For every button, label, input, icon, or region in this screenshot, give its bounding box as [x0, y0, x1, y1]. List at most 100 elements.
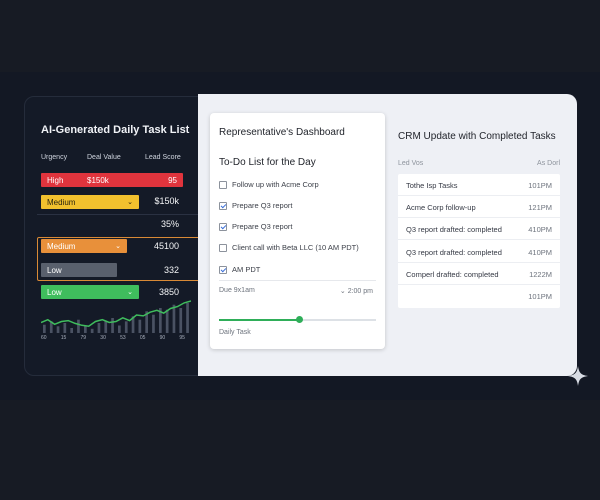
due-label: Due 9x1am	[219, 287, 255, 294]
lead-score: 95	[168, 175, 177, 185]
urgency-medium-dropdown[interactable]: Medium ⌄	[41, 195, 139, 209]
crm-time: 101PM	[528, 292, 552, 301]
urgency-medium-dropdown[interactable]: Medium ⌄	[41, 239, 127, 253]
activity-bar	[118, 325, 121, 333]
activity-bar	[70, 328, 73, 333]
row-value: 3850	[158, 287, 179, 297]
dashboard-card: Representative's Dashboard To-Do List fo…	[210, 113, 385, 349]
todo-label: Follow up with Acme Corp	[232, 180, 319, 189]
activity-bar	[186, 303, 189, 333]
divider	[219, 280, 376, 281]
header-lead-score: Lead Score	[145, 154, 181, 161]
crm-task: Q3 report drafted: completed	[406, 248, 502, 257]
todo-title: To-Do List for the Day	[219, 157, 316, 168]
activity-bar	[56, 326, 60, 333]
row-value: 35%	[160, 219, 179, 229]
crm-row[interactable]: Tothe Isp Tasks 101PM	[398, 174, 560, 196]
activity-bar	[63, 323, 67, 333]
crm-task: Q3 report drafted: completed	[406, 225, 502, 234]
tick-label: 90	[159, 335, 166, 341]
tick-label: 79	[80, 335, 87, 341]
dashboard-title: Representative's Dashboard	[219, 127, 345, 138]
tick-label: 15	[60, 335, 67, 341]
chevron-down-icon: ⌄	[115, 243, 121, 250]
activity-bar	[179, 308, 183, 333]
todo-item[interactable]: Client call with Beta LLC (10 AM PDT)	[219, 243, 359, 252]
crm-row[interactable]: Q3 report drafted: completed 410PM	[398, 218, 560, 240]
crm-task: Tothe Isp Tasks	[406, 181, 458, 190]
crm-time: 1222M	[529, 270, 552, 279]
progress-handle[interactable]	[295, 316, 303, 323]
activity-sparkline	[41, 300, 191, 333]
checkbox[interactable]	[219, 265, 227, 274]
activity-bar	[165, 309, 169, 333]
sparkline-tick-labels: 60 15 79 30 53 05 90 95	[41, 335, 185, 341]
crm-time: 101PM	[528, 181, 552, 190]
urgency-label: Medium	[47, 197, 76, 207]
crm-row[interactable]: 101PM	[398, 285, 560, 307]
row-value: 45100	[153, 241, 179, 251]
crm-time: 410PM	[528, 248, 552, 257]
crm-header-left: Led Vos	[398, 160, 424, 167]
urgency-label: Low	[47, 265, 62, 275]
activity-bar	[90, 328, 94, 333]
due-time-select[interactable]: ⌄ 2:00 pm	[340, 287, 373, 295]
tick-label: 30	[100, 335, 106, 341]
activity-bar	[97, 323, 101, 333]
chevron-down-icon: ⌄	[127, 289, 133, 296]
tick-label: 05	[139, 335, 146, 341]
checkbox[interactable]	[219, 243, 227, 252]
activity-bar	[172, 304, 176, 333]
todo-item[interactable]: Prepare Q3 report	[219, 201, 292, 210]
header-urgency: Urgency	[41, 154, 68, 161]
urgency-high-bar[interactable]: High $150k 95	[41, 173, 183, 187]
todo-label: Prepare Q3 report	[232, 201, 293, 210]
progress-label: Daily Task	[219, 329, 251, 336]
crm-table: Tothe Isp Tasks 101PM Acme Corp follow-u…	[398, 174, 560, 308]
todo-label: AM PDT	[232, 265, 261, 274]
checkbox[interactable]	[219, 222, 227, 231]
checkbox[interactable]	[219, 180, 227, 189]
todo-item[interactable]: AM PDT	[219, 265, 260, 274]
crm-task: Acme Corp follow-up	[406, 203, 476, 212]
urgency-low-dropdown[interactable]: Low	[41, 263, 117, 277]
tick-label: 60	[41, 335, 47, 341]
tick-label: 53	[120, 335, 126, 341]
crm-row[interactable]: Acme Corp follow-up 121PM	[398, 196, 560, 218]
todo-label: Prepare Q3 report	[232, 222, 293, 231]
crm-row[interactable]: Comperl drafted: completed 1222M	[398, 263, 560, 285]
activity-bar	[77, 319, 80, 333]
activity-bar	[152, 314, 155, 333]
chevron-down-icon: ⌄	[127, 199, 133, 206]
due-time-value: 2:00 pm	[347, 288, 373, 295]
todo-label: Client call with Beta LLC (10 AM PDT)	[232, 243, 359, 252]
crm-header-right: As Dorl	[537, 160, 560, 167]
sparkle-icon	[568, 366, 588, 386]
crm-row[interactable]: Q3 report drafted: completed 410PM	[398, 241, 560, 263]
row-value: 332	[163, 265, 179, 275]
task-list-panel: AI-Generated Daily Task List Urgency Dea…	[24, 96, 220, 376]
deal-value: $150k	[87, 175, 109, 185]
crm-time: 121PM	[528, 203, 552, 212]
crm-time: 410PM	[528, 225, 552, 234]
checkbox[interactable]	[219, 201, 227, 210]
crm-title: CRM Update with Completed Tasks	[398, 131, 556, 142]
row-divider	[37, 214, 219, 215]
todo-item[interactable]: Follow up with Acme Corp	[219, 180, 319, 189]
chevron-down-icon: ⌄	[339, 288, 346, 295]
crm-task: Comperl drafted: completed	[406, 270, 499, 279]
activity-bar	[124, 321, 128, 333]
row-value: $150k	[154, 196, 179, 206]
activity-bar	[111, 318, 114, 333]
activity-bar	[43, 324, 46, 333]
header-deal-value: Deal Value	[87, 154, 121, 161]
todo-item[interactable]: Prepare Q3 report	[219, 222, 292, 231]
activity-bar	[104, 320, 108, 333]
urgency-label: High	[47, 175, 64, 185]
progress-fill	[219, 319, 300, 321]
task-list-title: AI-Generated Daily Task List	[41, 124, 190, 136]
activity-bar	[138, 319, 142, 333]
tick-label: 95	[179, 335, 185, 341]
urgency-label: Medium	[47, 241, 76, 251]
urgency-label: Low	[47, 287, 62, 297]
